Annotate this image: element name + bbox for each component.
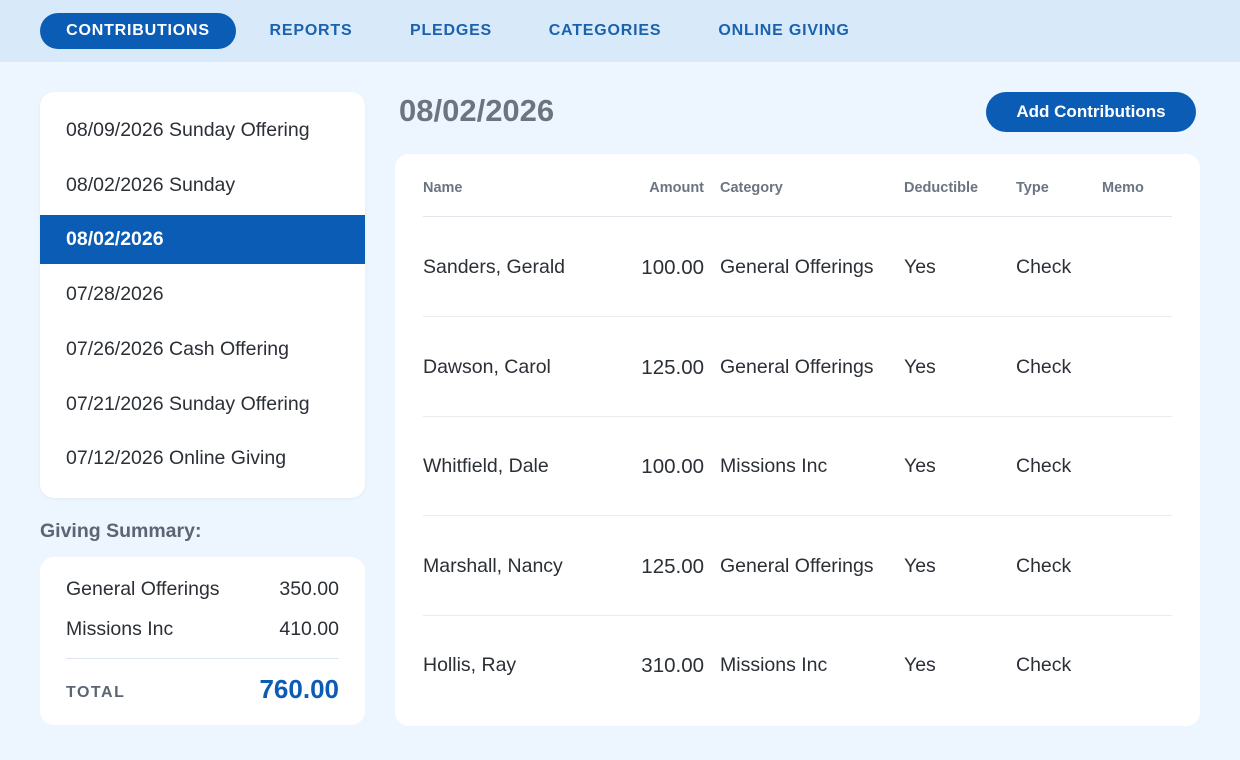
column-header-name[interactable]: Name	[423, 180, 463, 196]
table-row[interactable]: Hollis, Ray 310.00 Missions Inc Yes Chec…	[423, 616, 1172, 715]
batch-item-selected[interactable]: 08/02/2026	[40, 215, 365, 265]
cell-amount: 310.00	[641, 653, 704, 677]
column-header-category[interactable]: Category	[720, 180, 783, 196]
cell-category: General Offerings	[720, 356, 874, 378]
batch-list: 08/09/2026 Sunday Offering 08/02/2026 Su…	[40, 92, 365, 498]
table-row[interactable]: Dawson, Carol 125.00 General Offerings Y…	[423, 318, 1172, 417]
batch-item[interactable]: 07/26/2026 Cash Offering	[40, 325, 365, 374]
cell-category: Missions Inc	[720, 654, 828, 676]
add-contributions-button[interactable]: Add Contributions	[986, 92, 1196, 132]
cell-type: Check	[1016, 256, 1072, 278]
batch-item[interactable]: 07/21/2026 Sunday Offering	[40, 380, 365, 429]
cell-type: Check	[1016, 654, 1072, 676]
batch-item[interactable]: 07/28/2026	[40, 270, 365, 319]
cell-name: Sanders, Gerald	[423, 256, 565, 278]
giving-summary-card: General Offerings 350.00 Missions Inc 41…	[40, 557, 365, 725]
batch-item[interactable]: 08/09/2026 Sunday Offering	[40, 106, 365, 155]
cell-category: General Offerings	[720, 256, 874, 278]
table-row[interactable]: Whitfield, Dale 100.00 Missions Inc Yes …	[423, 417, 1172, 516]
summary-row: Missions Inc 410.00	[66, 616, 339, 642]
row-divider	[423, 316, 1172, 317]
cell-category: General Offerings	[720, 555, 874, 577]
cell-amount: 125.00	[641, 554, 704, 578]
cell-name: Whitfield, Dale	[423, 455, 549, 477]
tab-reports[interactable]: REPORTS	[262, 13, 360, 49]
cell-amount: 100.00	[641, 454, 704, 478]
top-nav-bar: CONTRIBUTIONS REPORTS PLEDGES CATEGORIES…	[0, 0, 1240, 62]
summary-amount: 410.00	[279, 617, 339, 640]
page-title: 08/02/2026	[399, 93, 555, 128]
row-divider	[423, 515, 1172, 516]
cell-amount: 100.00	[641, 255, 704, 279]
summary-total-label: TOTAL	[66, 684, 126, 701]
column-header-amount[interactable]: Amount	[623, 180, 704, 196]
batch-item[interactable]: 07/12/2026 Online Giving	[40, 434, 365, 483]
tab-pledges[interactable]: PLEDGES	[403, 13, 499, 49]
table-row[interactable]: Sanders, Gerald 100.00 General Offerings…	[423, 218, 1172, 317]
column-header-memo[interactable]: Memo	[1102, 180, 1144, 196]
cell-name: Dawson, Carol	[423, 356, 551, 378]
cell-type: Check	[1016, 455, 1072, 477]
cell-type: Check	[1016, 356, 1072, 378]
summary-category: General Offerings	[66, 577, 220, 600]
giving-summary-heading: Giving Summary:	[40, 520, 202, 542]
cell-deductible: Yes	[904, 654, 936, 676]
cell-deductible: Yes	[904, 256, 936, 278]
column-header-type[interactable]: Type	[1016, 180, 1049, 196]
cell-amount: 125.00	[641, 355, 704, 379]
table-row[interactable]: Marshall, Nancy 125.00 General Offerings…	[423, 517, 1172, 616]
summary-total-value: 760.00	[259, 674, 339, 704]
tab-contributions[interactable]: CONTRIBUTIONS	[40, 13, 236, 49]
cell-deductible: Yes	[904, 455, 936, 477]
summary-divider	[66, 658, 339, 659]
summary-amount: 350.00	[279, 577, 339, 600]
cell-name: Hollis, Ray	[423, 654, 517, 676]
header-divider	[423, 216, 1172, 217]
tab-online-giving[interactable]: ONLINE GIVING	[711, 13, 857, 49]
contributions-table: Name Amount Category Deductible Type Mem…	[395, 154, 1200, 726]
tab-categories[interactable]: CATEGORIES	[543, 13, 667, 49]
cell-deductible: Yes	[904, 356, 936, 378]
cell-deductible: Yes	[904, 555, 936, 577]
batch-item[interactable]: 08/02/2026 Sunday	[40, 161, 365, 210]
cell-category: Missions Inc	[720, 455, 828, 477]
summary-row: General Offerings 350.00	[66, 576, 339, 602]
column-header-deductible[interactable]: Deductible	[904, 180, 978, 196]
cell-type: Check	[1016, 555, 1072, 577]
summary-category: Missions Inc	[66, 617, 174, 640]
cell-name: Marshall, Nancy	[423, 555, 563, 577]
